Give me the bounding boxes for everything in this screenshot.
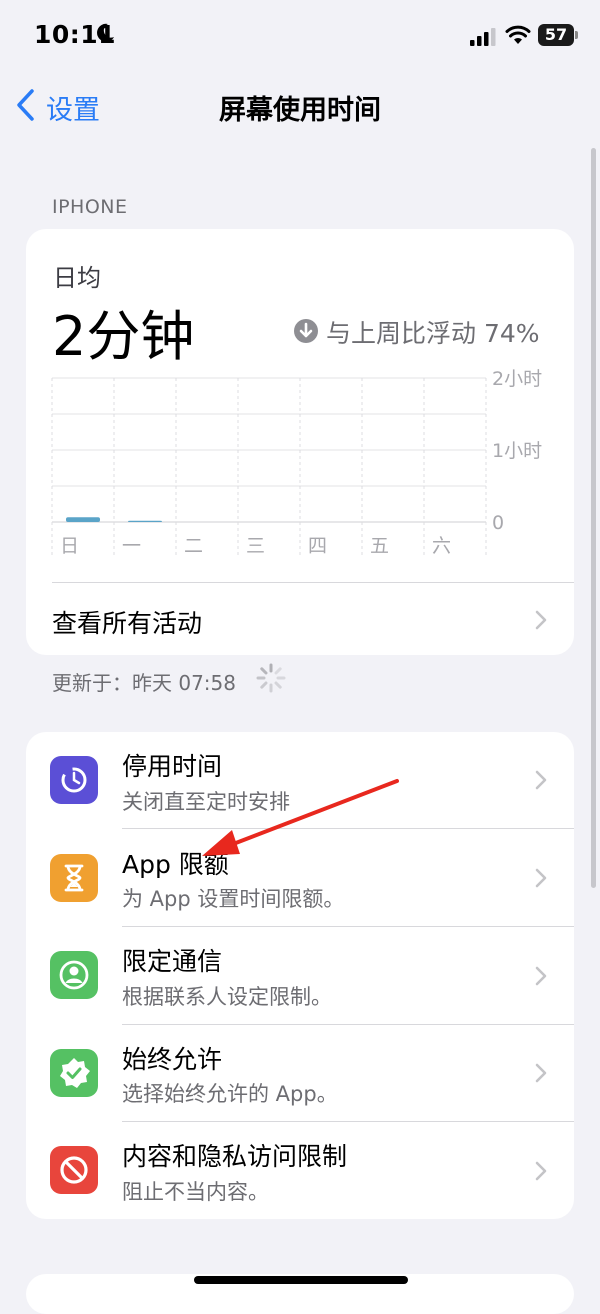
restricted-icon (50, 1146, 98, 1194)
app-limits-subtitle: 为 App 设置时间限额。 (122, 887, 345, 911)
section-label: IPHONE (52, 196, 128, 218)
annotation-arrow (202, 779, 399, 856)
scrollbar[interactable] (591, 148, 596, 888)
see-all-activity-link[interactable]: 查看所有活动 (52, 604, 202, 640)
usage-chart[interactable]: 2小时 1小时 0 日 一 二 三 四 五 六 (26, 360, 574, 560)
divider (122, 926, 574, 927)
chart-y-tick-label: 1小时 (492, 440, 542, 462)
chevron-right-icon (535, 1161, 547, 1181)
divider (122, 1121, 574, 1122)
chevron-right-icon (535, 966, 547, 986)
page-title: 屏幕使用时间 (219, 95, 381, 126)
communication-limits-subtitle: 根据联系人设定限制。 (122, 985, 332, 1009)
wifi-icon (505, 25, 531, 44)
arrow-down-circle-icon (294, 319, 318, 343)
divider (122, 1024, 574, 1025)
chart-x-tick-label: 三 (246, 535, 265, 557)
hourglass-icon (50, 854, 98, 902)
moon-icon (97, 23, 114, 42)
chart-bar (66, 517, 100, 522)
weekly-trend-text: 与上周比浮动 74% (326, 319, 540, 348)
content-privacy-subtitle: 阻止不当内容。 (122, 1180, 269, 1204)
always-allowed-title: 始终允许 (122, 1045, 223, 1074)
chevron-right-icon (535, 610, 547, 630)
loading-spinner-icon (256, 663, 286, 693)
content-privacy-title: 内容和隐私访问限制 (122, 1142, 348, 1171)
home-indicator (194, 1276, 408, 1284)
chart-x-tick-label: 日 (60, 535, 79, 557)
battery-icon: 57 (538, 24, 574, 46)
last-updated-text: 更新于：昨天 07:58 (52, 671, 236, 695)
chart-bar (128, 520, 162, 522)
chevron-right-icon (535, 770, 547, 790)
daily-average-label: 日均 (53, 264, 101, 292)
chevron-right-icon (535, 868, 547, 888)
chart-x-tick-label: 二 (184, 535, 203, 557)
chart-y-tick-label: 2小时 (492, 368, 542, 390)
battery-tip (575, 31, 578, 39)
divider (52, 582, 574, 583)
chart-y-tick-label: 0 (492, 512, 504, 534)
checkmark-seal-icon (50, 1049, 98, 1097)
downtime-icon (50, 756, 98, 804)
chart-x-tick-label: 一 (122, 535, 141, 557)
contact-icon (50, 951, 98, 999)
signal-icon (470, 28, 496, 46)
always-allowed-subtitle: 选择始终允许的 App。 (122, 1082, 338, 1106)
chart-x-tick-label: 五 (370, 535, 389, 557)
chart-x-tick-label: 六 (432, 535, 451, 557)
communication-limits-title: 限定通信 (122, 947, 223, 976)
chevron-right-icon (535, 1063, 547, 1083)
chart-x-tick-label: 四 (308, 535, 327, 557)
